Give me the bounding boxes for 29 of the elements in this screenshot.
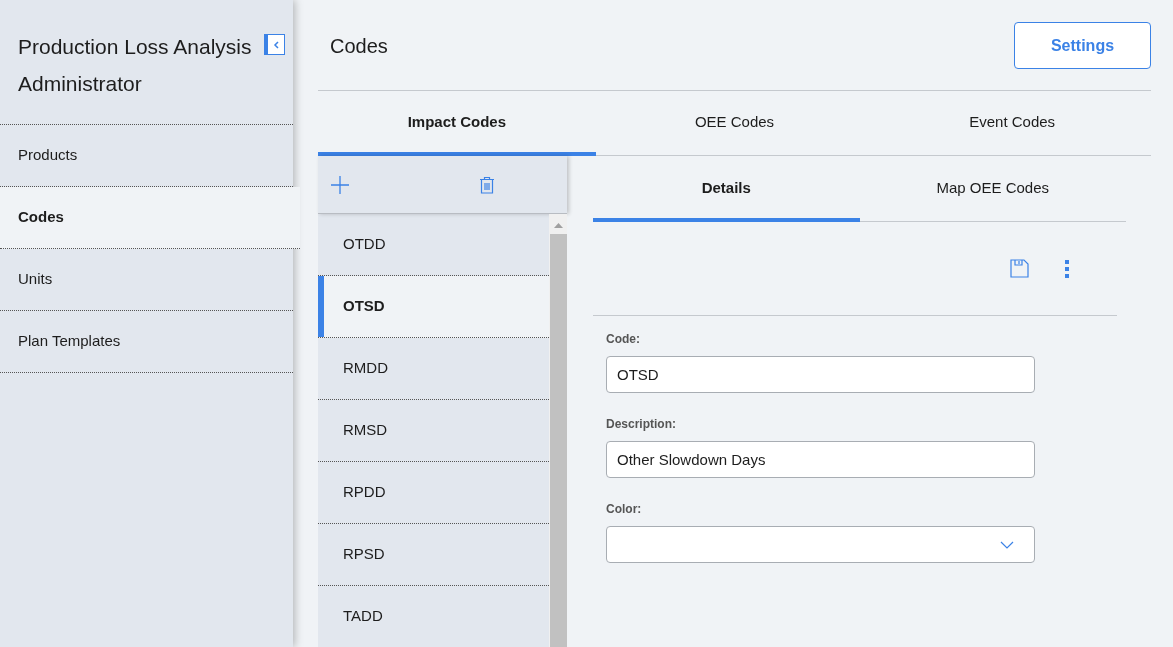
plus-icon bbox=[331, 175, 349, 194]
tab[interactable]: Details bbox=[593, 156, 860, 222]
trash-icon bbox=[479, 175, 495, 194]
save-button[interactable] bbox=[1010, 259, 1029, 278]
sidebar-item[interactable]: Codes bbox=[0, 187, 300, 249]
kebab-menu-icon bbox=[1065, 259, 1069, 278]
page-title: Codes bbox=[329, 34, 388, 59]
sidebar-item[interactable]: Plan Templates bbox=[0, 311, 293, 373]
chevron-left-icon bbox=[273, 40, 280, 49]
input-field[interactable]: Other Slowdown Days bbox=[606, 441, 1035, 478]
delete-button[interactable] bbox=[479, 175, 495, 194]
tab[interactable]: OEE Codes bbox=[595, 91, 874, 156]
add-button[interactable] bbox=[331, 175, 349, 194]
input-field[interactable]: OTSD bbox=[606, 356, 1035, 393]
sidebar-item[interactable]: Units bbox=[0, 249, 293, 311]
scrollbar[interactable] bbox=[549, 214, 567, 647]
settings-button[interactable]: Settings bbox=[1014, 22, 1151, 69]
collapse-button[interactable] bbox=[264, 34, 285, 55]
dropdown-field[interactable] bbox=[606, 526, 1035, 563]
more-options-button[interactable] bbox=[1065, 259, 1069, 278]
field-label: Color: bbox=[606, 501, 643, 518]
chevron-down-icon bbox=[1000, 540, 1014, 549]
field-label: Code: bbox=[606, 331, 641, 348]
code-list-item[interactable]: OTSD bbox=[318, 276, 549, 338]
tab[interactable]: Map OEE Codes bbox=[859, 156, 1126, 222]
app-title: Production Loss Analysis Administrator bbox=[18, 34, 253, 97]
tab[interactable]: Event Codes bbox=[873, 91, 1151, 156]
field-label: Description: bbox=[606, 416, 677, 433]
scroll-up-icon bbox=[553, 223, 563, 228]
